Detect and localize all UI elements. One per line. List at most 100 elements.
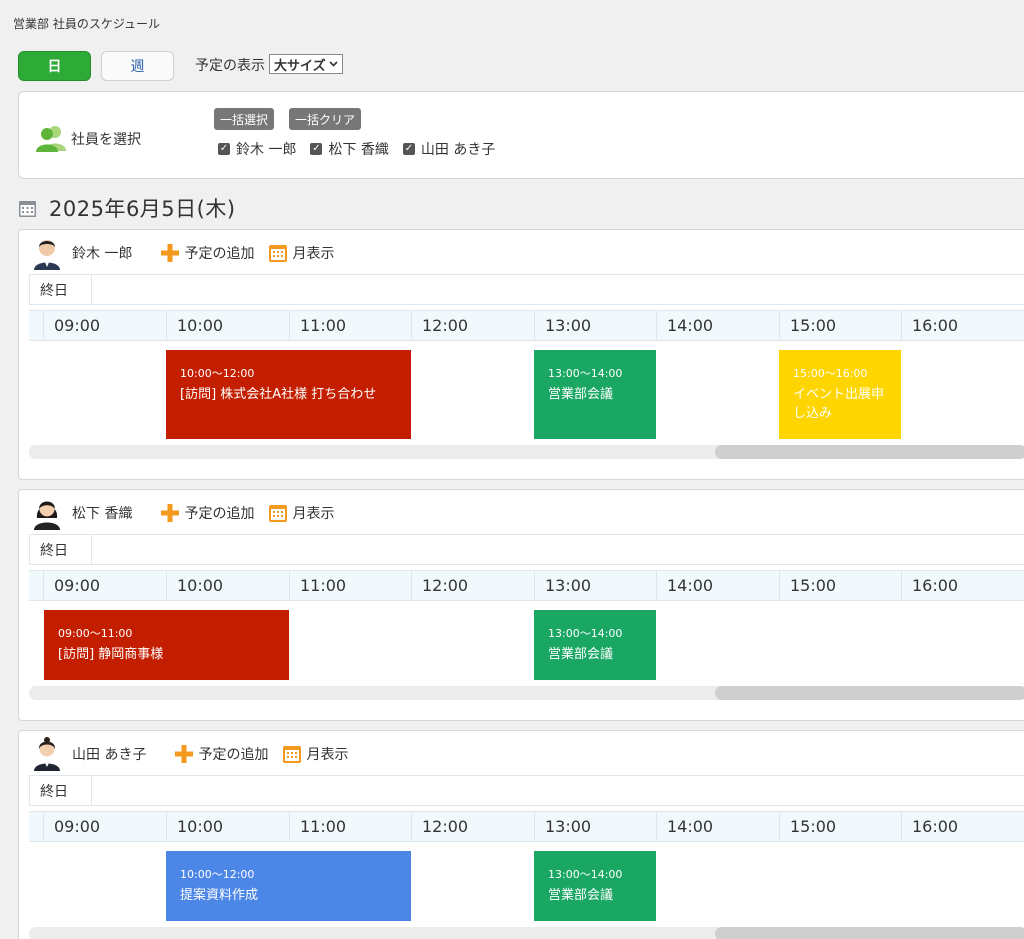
- event-title: [訪問] 静岡商事様: [58, 647, 164, 662]
- all-day-row[interactable]: 終日: [29, 775, 1024, 806]
- view-toggle: 日 週: [18, 51, 174, 81]
- hour-label: 15:00: [779, 812, 901, 841]
- hour-label: 16:00: [901, 812, 1024, 841]
- calendar-icon: [269, 245, 288, 262]
- hour-label: 11:00: [289, 571, 411, 600]
- event-title: 営業部会議: [548, 888, 614, 903]
- scrollbar-thumb[interactable]: [715, 927, 1024, 939]
- calendar-icon: [19, 200, 36, 217]
- event-block[interactable]: 10:00〜12:00 提案資料作成: [166, 851, 411, 921]
- employee-picker-label: 社員を選択: [71, 132, 141, 148]
- scrollbar-thumb[interactable]: [715, 686, 1024, 700]
- hour-header-row: 09:00 10:00 11:00 12:00 13:00 14:00 15:0…: [29, 310, 1024, 341]
- plus-icon: [161, 244, 180, 262]
- checkbox-checked-icon: ✓: [310, 143, 323, 155]
- clear-all-button[interactable]: 一括クリア: [289, 108, 362, 130]
- avatar: [34, 240, 60, 270]
- horizontal-scrollbar[interactable]: [29, 686, 1024, 700]
- hour-label: 14:00: [656, 311, 779, 340]
- hour-label: 13:00: [534, 812, 656, 841]
- event-block[interactable]: 15:00〜16:00 イベント出展申し込み: [779, 350, 901, 439]
- display-size-label: 予定の表示: [195, 58, 265, 74]
- hour-label: 15:00: [779, 311, 901, 340]
- hour-label: 13:00: [534, 571, 656, 600]
- hour-label: 16:00: [901, 571, 1024, 600]
- event-time: 15:00〜16:00: [793, 367, 868, 380]
- card-header: 山田 あき子 予定の追加 月表示: [32, 737, 362, 771]
- event-block[interactable]: 13:00〜14:00 営業部会議: [534, 610, 656, 680]
- avatar: [34, 501, 60, 530]
- hour-label: 11:00: [289, 812, 411, 841]
- hour-label: 12:00: [411, 311, 534, 340]
- calendar-icon: [269, 505, 288, 522]
- hour-header-row: 09:00 10:00 11:00 12:00 13:00 14:00 15:0…: [29, 811, 1024, 842]
- hour-label: 12:00: [411, 571, 534, 600]
- all-day-label: 終日: [30, 535, 92, 564]
- breadcrumb: 営業部 社員のスケジュール: [13, 17, 160, 31]
- all-day-label: 終日: [30, 776, 92, 805]
- employee-checkbox-suzuki[interactable]: ✓ 鈴木 一郎: [218, 139, 296, 159]
- avatar: [34, 737, 60, 771]
- hour-label: 11:00: [289, 311, 411, 340]
- calendar-icon: [283, 746, 302, 763]
- event-time: 10:00〜12:00: [180, 367, 255, 380]
- hour-label: 09:00: [43, 812, 166, 841]
- chevron-down-icon: [329, 61, 338, 67]
- add-schedule-button[interactable]: 予定の追加: [174, 744, 268, 764]
- month-view-link[interactable]: 月表示: [268, 503, 334, 523]
- horizontal-scrollbar[interactable]: [29, 445, 1024, 459]
- horizontal-scrollbar[interactable]: [29, 927, 1024, 939]
- schedule-card-yamada: 山田 あき子 予定の追加 月表示 終日 09:00 10:00 11:00 12…: [18, 730, 1024, 939]
- employee-name: 山田 あき子: [72, 747, 147, 763]
- employee-name: 鈴木 一郎: [72, 246, 133, 262]
- event-title: イベント出展申し込み: [793, 387, 885, 421]
- hour-label: 09:00: [43, 571, 166, 600]
- add-schedule-button[interactable]: 予定の追加: [160, 503, 254, 523]
- event-block[interactable]: 13:00〜14:00 営業部会議: [534, 851, 656, 921]
- event-time: 13:00〜14:00: [548, 627, 623, 640]
- checkbox-checked-icon: ✓: [218, 143, 230, 155]
- schedule-card-matsushita: 松下 香織 予定の追加 月表示 終日 09:00 10:00 11:00 12:…: [18, 489, 1024, 721]
- hour-label: 16:00: [901, 311, 1024, 340]
- plus-icon: [161, 504, 180, 522]
- event-block[interactable]: 09:00〜11:00 [訪問] 静岡商事様: [44, 610, 289, 680]
- scrollbar-thumb[interactable]: [715, 445, 1024, 459]
- display-size-select[interactable]: 大サイズ: [269, 54, 343, 74]
- checkbox-checked-icon: ✓: [402, 143, 415, 155]
- event-time: 13:00〜14:00: [548, 868, 623, 881]
- employee-checkbox-yamada[interactable]: ✓ 山田 あき子: [402, 139, 495, 159]
- all-day-row[interactable]: 終日: [29, 274, 1024, 305]
- month-view-link[interactable]: 月表示: [282, 744, 348, 764]
- hour-label: 10:00: [166, 571, 289, 600]
- current-date: 2025年6月5日(木): [49, 197, 236, 221]
- hour-label: 10:00: [166, 311, 289, 340]
- week-view-button[interactable]: 週: [101, 51, 174, 81]
- day-view-button[interactable]: 日: [18, 51, 91, 81]
- event-time: 13:00〜14:00: [548, 367, 623, 380]
- event-title: 提案資料作成: [180, 888, 259, 903]
- employee-icon: [36, 126, 66, 152]
- event-block[interactable]: 10:00〜12:00 [訪問] 株式会社A社様 打ち合わせ: [166, 350, 411, 439]
- event-time: 09:00〜11:00: [58, 627, 133, 640]
- display-size-value: 大サイズ: [274, 58, 326, 74]
- month-view-link[interactable]: 月表示: [268, 243, 334, 263]
- hour-label: 10:00: [166, 812, 289, 841]
- hour-label: 09:00: [43, 311, 166, 340]
- hour-label: 14:00: [656, 571, 779, 600]
- employee-picker-panel: 社員を選択 一括選択 一括クリア ✓ 鈴木 一郎 ✓ 松下 香織 ✓ 山田 あき子: [18, 91, 1024, 179]
- event-time: 10:00〜12:00: [180, 868, 255, 881]
- add-schedule-button[interactable]: 予定の追加: [160, 243, 254, 263]
- select-all-button[interactable]: 一括選択: [214, 108, 275, 130]
- event-block[interactable]: 13:00〜14:00 営業部会議: [534, 350, 656, 439]
- event-title: [訪問] 株式会社A社様 打ち合わせ: [180, 387, 377, 402]
- hour-header-row: 09:00 10:00 11:00 12:00 13:00 14:00 15:0…: [29, 570, 1024, 601]
- card-header: 鈴木 一郎 予定の追加 月表示: [32, 236, 348, 270]
- hour-label: 14:00: [656, 812, 779, 841]
- hour-label: 12:00: [411, 812, 534, 841]
- employee-checkbox-matsushita[interactable]: ✓ 松下 香織: [310, 139, 389, 159]
- card-header: 松下 香織 予定の追加 月表示: [32, 496, 348, 530]
- all-day-row[interactable]: 終日: [29, 534, 1024, 565]
- event-title: 営業部会議: [548, 387, 614, 402]
- employee-name: 松下 香織: [72, 506, 133, 522]
- schedule-card-suzuki: 鈴木 一郎 予定の追加 月表示 終日 09:00 10:00 11:00 12:…: [18, 229, 1024, 480]
